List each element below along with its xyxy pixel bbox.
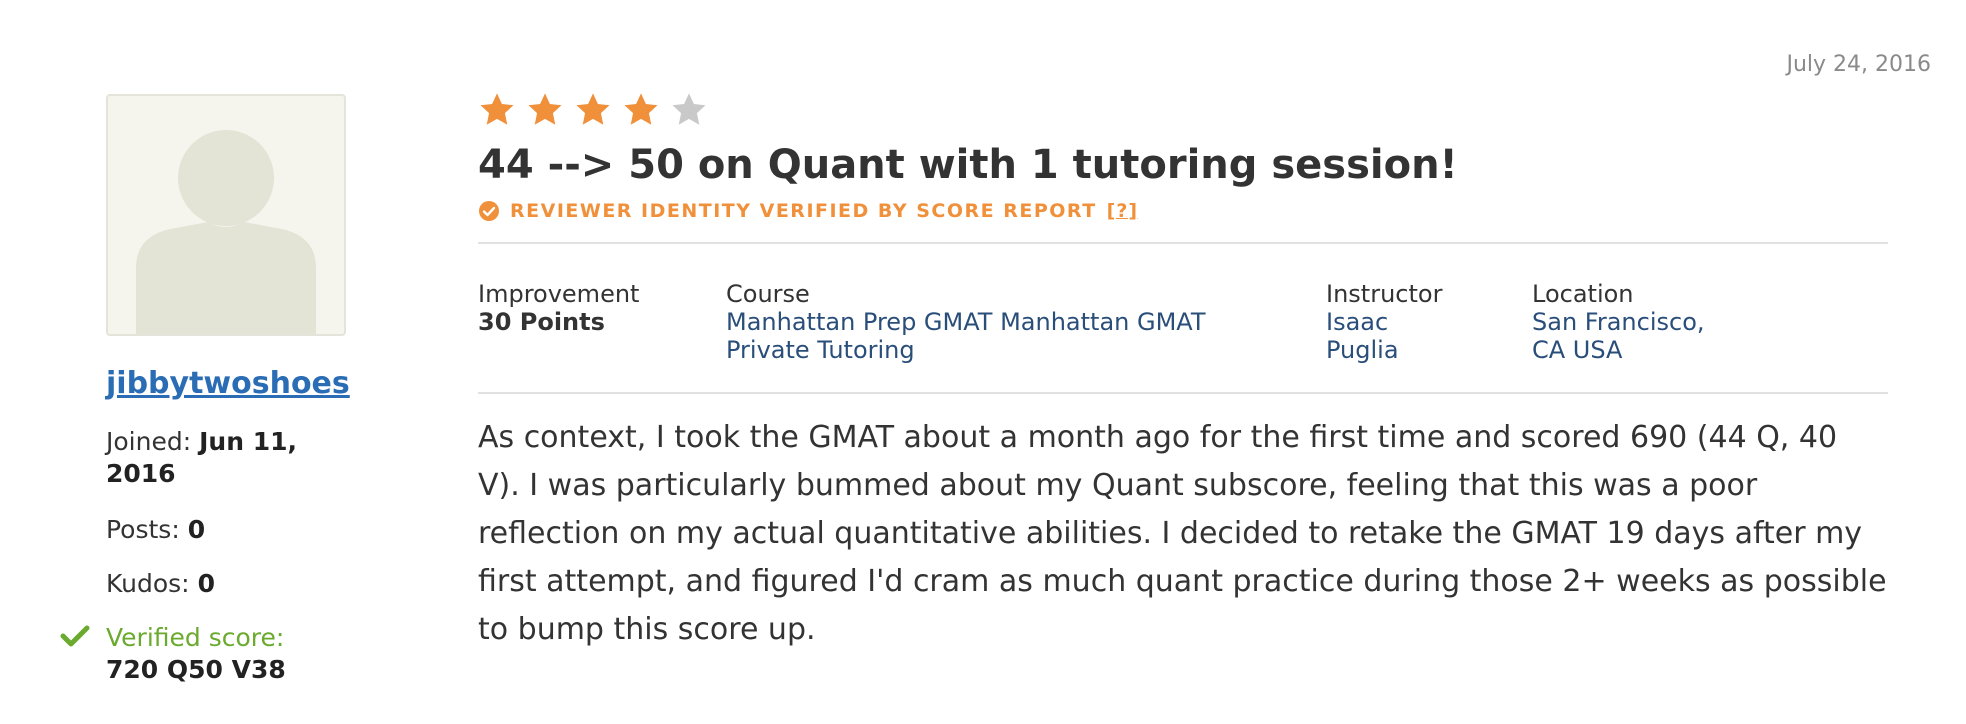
review-title: 44 --> 50 on Quant with 1 tutoring sessi… [478,142,1458,188]
star-icon [576,93,610,125]
review-content: 44 --> 50 on Quant with 1 tutoring sessi… [478,90,1888,654]
joined-info: Joined: Jun 11, 2016 [106,426,346,490]
posts-value: 0 [187,515,206,544]
verified-help-link[interactable]: [?] [1107,200,1138,222]
course-link[interactable]: Manhattan Prep GMAT Manhattan GMAT Priva… [726,308,1266,364]
instructor-label: Instructor [1326,280,1443,308]
verified-score: Verified score: 720 Q50 V38 [60,622,286,686]
star-icon [528,93,562,125]
instructor-link[interactable]: Isaac Puglia [1326,308,1436,364]
kudos-label: Kudos: [106,569,190,598]
review-body: As context, I took the GMAT about a mont… [478,420,1887,647]
divider [478,392,1888,394]
improvement-label: Improvement [478,280,640,308]
reviewer-username-link[interactable]: jibbytwoshoes [106,366,350,401]
instructor-fact: Instructor Isaac Puglia [1326,280,1532,380]
verified-score-value: 720 Q50 V38 [106,655,286,684]
review-facts: Improvement 30 Points Course Manhattan P… [478,280,1888,380]
posts-info: Posts: 0 [106,514,205,546]
avatar[interactable] [106,94,346,336]
course-label: Course [726,280,810,308]
divider [478,242,1888,244]
improvement-fact: Improvement 30 Points [478,280,726,380]
star-icon [672,93,706,125]
kudos-info: Kudos: 0 [106,568,215,600]
location-label: Location [1532,280,1634,308]
star-icon [624,93,658,125]
verified-score-label: Verified score: [106,623,285,652]
kudos-value: 0 [197,569,215,598]
location-link[interactable]: San Francisco, CA USA [1532,308,1742,364]
check-circle-icon [479,201,499,221]
verified-badge: REVIEWER IDENTITY VERIFIED BY SCORE REPO… [478,200,1888,222]
joined-label: Joined: [106,427,192,456]
verified-badge-text: REVIEWER IDENTITY VERIFIED BY SCORE REPO… [510,200,1097,222]
checkmark-icon [60,625,90,647]
star-rating [478,90,1888,130]
star-icon [480,93,514,125]
posts-label: Posts: [106,515,180,544]
review-date: July 24, 2016 [1786,52,1931,77]
location-fact: Location San Francisco, CA USA [1532,280,1772,380]
improvement-value: 30 Points [478,308,605,336]
avatar-placeholder-icon [136,130,316,334]
course-fact: Course Manhattan Prep GMAT Manhattan GMA… [726,280,1326,380]
